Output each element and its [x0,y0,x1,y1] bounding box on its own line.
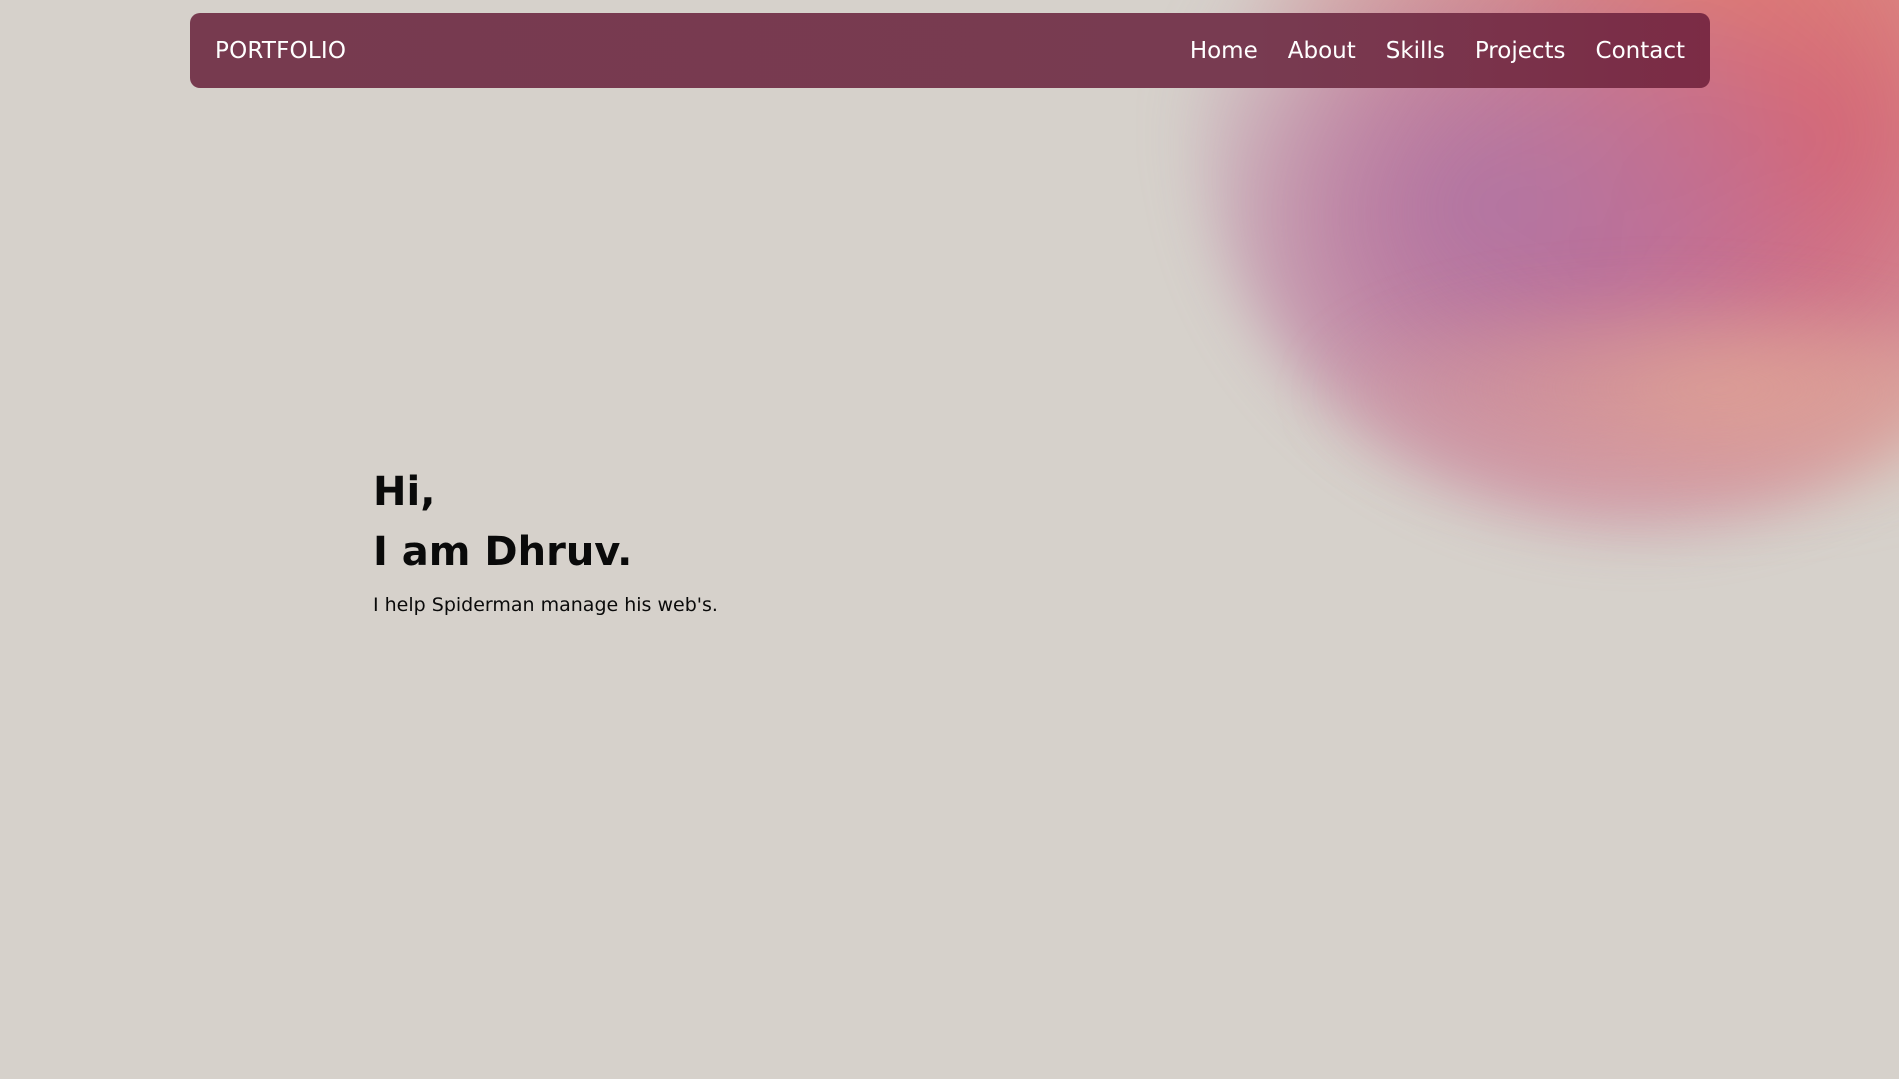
hero-tagline: I help Spiderman manage his web's. [373,594,718,616]
page: PORTFOLIO Home About Skills Projects Con… [0,0,1899,1079]
hero-section: Hi, I am Dhruv. I help Spiderman manage … [373,462,718,616]
hero-headline: I am Dhruv. [373,529,633,575]
nav-links: Home About Skills Projects Contact [1190,38,1685,64]
nav-link-contact[interactable]: Contact [1596,38,1685,64]
top-navbar: PORTFOLIO Home About Skills Projects Con… [190,13,1710,88]
nav-link-about[interactable]: About [1288,38,1356,64]
nav-link-home[interactable]: Home [1190,38,1258,64]
hero-greeting: Hi, [373,469,436,515]
nav-link-skills[interactable]: Skills [1386,38,1445,64]
brand-logo[interactable]: PORTFOLIO [215,38,346,64]
nav-link-projects[interactable]: Projects [1475,38,1566,64]
